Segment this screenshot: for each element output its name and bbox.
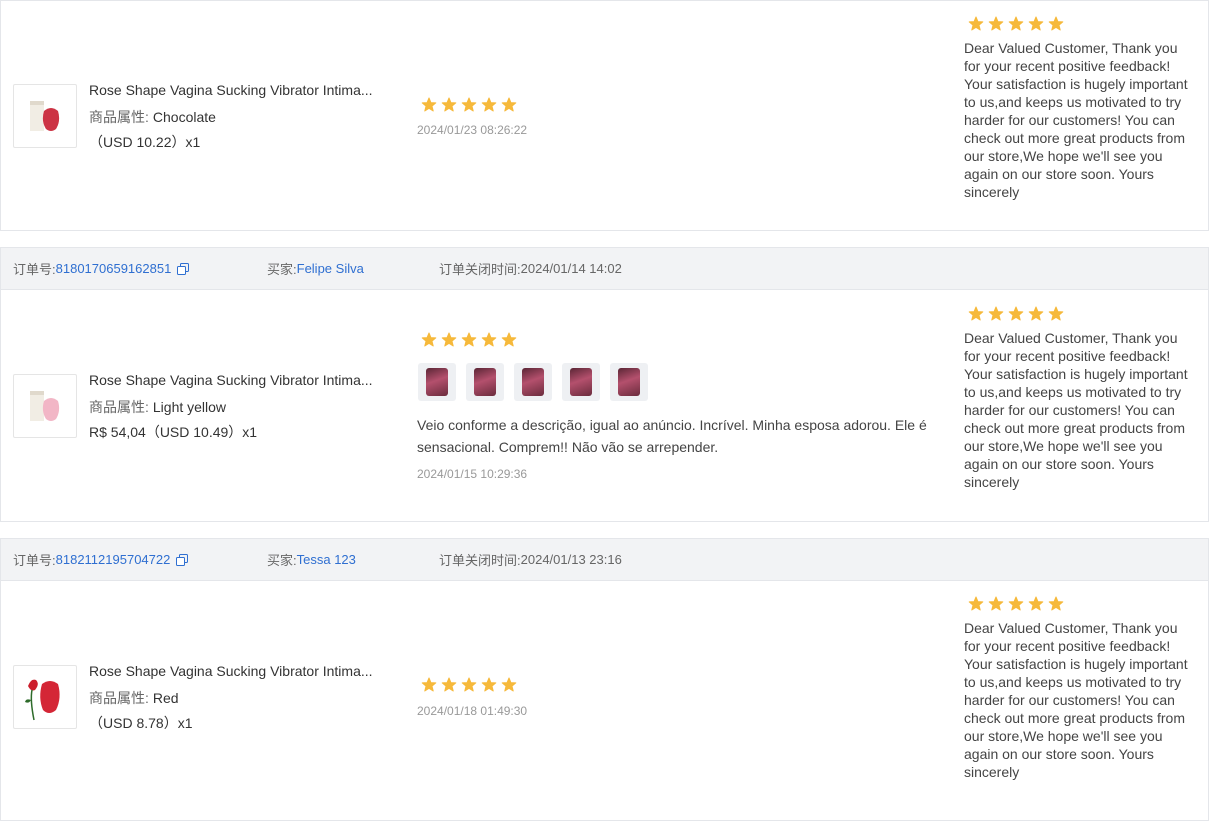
star-icon bbox=[481, 332, 497, 347]
order-card: Rose Shape Vagina Sucking Vibrator Intim… bbox=[0, 0, 1209, 231]
buyer-label: 买家: bbox=[267, 262, 297, 277]
closed-time-group: 订单关闭时间: 2024/01/13 23:16 bbox=[439, 539, 622, 580]
product-price: R$ 54,04（USD 10.49）x1 bbox=[89, 424, 258, 440]
review-photo[interactable] bbox=[466, 363, 504, 401]
review-photo[interactable] bbox=[418, 363, 456, 401]
reply-stars bbox=[968, 306, 1064, 322]
copy-icon[interactable] bbox=[177, 262, 190, 275]
buyer-group: 买家: Tessa 123 bbox=[267, 539, 356, 580]
review-photo-image bbox=[474, 368, 496, 396]
product-title[interactable]: Rose Shape Vagina Sucking Vibrator Intim… bbox=[89, 663, 381, 679]
review-stars bbox=[421, 97, 517, 113]
product-price: （USD 8.78）x1 bbox=[89, 715, 193, 731]
star-icon bbox=[441, 677, 457, 692]
star-icon bbox=[968, 596, 984, 611]
order-number-link[interactable]: 8180170659162851 bbox=[56, 261, 172, 276]
attr-value: Red bbox=[152, 690, 179, 706]
product-title[interactable]: Rose Shape Vagina Sucking Vibrator Intim… bbox=[89, 372, 381, 388]
review-photo-image bbox=[522, 368, 544, 396]
order-number-link[interactable]: 8182112195704722 bbox=[56, 552, 171, 567]
seller-reply-text: Dear Valued Customer, Thank you for your… bbox=[964, 40, 1188, 200]
star-icon bbox=[421, 677, 437, 692]
product-thumbnail[interactable] bbox=[13, 374, 77, 438]
star-icon bbox=[461, 97, 477, 112]
buyer-name-link[interactable]: Tessa 123 bbox=[297, 552, 356, 567]
star-icon bbox=[968, 16, 984, 31]
star-icon bbox=[1008, 306, 1024, 321]
attr-value: Chocolate bbox=[152, 109, 216, 125]
buyer-group: 买家: Felipe Silva bbox=[267, 248, 364, 289]
star-icon bbox=[1028, 306, 1044, 321]
star-icon bbox=[501, 97, 517, 112]
reply-stars bbox=[968, 596, 1064, 612]
star-icon bbox=[1008, 16, 1024, 31]
star-icon bbox=[501, 332, 517, 347]
closed-time-label: 订单关闭时间: bbox=[439, 262, 521, 277]
order-header: 订单号: 8182112195704722 买家: Tessa 123 订单关闭… bbox=[0, 538, 1209, 581]
star-icon bbox=[441, 97, 457, 112]
review-date: 2024/01/23 08:26:22 bbox=[417, 123, 528, 137]
order-number-label: 订单号: bbox=[13, 262, 56, 277]
review-photo[interactable] bbox=[610, 363, 648, 401]
closed-time-group: 订单关闭时间: 2024/01/14 14:02 bbox=[439, 248, 622, 289]
review-stars bbox=[421, 332, 517, 348]
review-photo[interactable] bbox=[514, 363, 552, 401]
seller-reply-text: Dear Valued Customer, Thank you for your… bbox=[964, 330, 1188, 490]
attr-value: Light yellow bbox=[152, 399, 227, 415]
star-icon bbox=[421, 97, 437, 112]
seller-reply-text: Dear Valued Customer, Thank you for your… bbox=[964, 620, 1188, 780]
closed-time-label: 订单关闭时间: bbox=[439, 553, 521, 568]
buyer-name-link[interactable]: Felipe Silva bbox=[297, 261, 364, 276]
order-header: 订单号: 8180170659162851 买家: Felipe Silva 订… bbox=[0, 247, 1209, 290]
reply-stars bbox=[968, 16, 1064, 32]
product-thumbnail[interactable] bbox=[13, 665, 77, 729]
star-icon bbox=[1028, 16, 1044, 31]
review-photo-image bbox=[570, 368, 592, 396]
closed-time-value: 2024/01/14 14:02 bbox=[520, 261, 622, 276]
star-icon bbox=[1028, 596, 1044, 611]
product-thumbnail[interactable] bbox=[13, 84, 77, 148]
order-card: Rose Shape Vagina Sucking Vibrator Intim… bbox=[0, 581, 1209, 821]
order-number-group: 订单号: 8180170659162851 bbox=[13, 248, 190, 289]
review-photo-image bbox=[426, 368, 448, 396]
attr-label: 商品属性: bbox=[89, 399, 149, 415]
star-icon bbox=[1048, 16, 1064, 31]
star-icon bbox=[421, 332, 437, 347]
product-price: （USD 10.22）x1 bbox=[89, 134, 201, 150]
review-stars bbox=[421, 677, 517, 693]
buyer-label: 买家: bbox=[267, 553, 297, 568]
star-icon bbox=[988, 16, 1004, 31]
star-icon bbox=[441, 332, 457, 347]
attr-label: 商品属性: bbox=[89, 109, 149, 125]
star-icon bbox=[1048, 596, 1064, 611]
star-icon bbox=[988, 306, 1004, 321]
product-attribute: 商品属性: Light yellow bbox=[89, 397, 226, 417]
product-attribute: 商品属性: Red bbox=[89, 688, 179, 708]
review-photo[interactable] bbox=[562, 363, 600, 401]
product-attribute: 商品属性: Chocolate bbox=[89, 107, 216, 127]
review-date: 2024/01/18 01:49:30 bbox=[417, 704, 528, 718]
review-text: Veio conforme a descrição, igual ao anún… bbox=[417, 417, 927, 455]
order-card: Rose Shape Vagina Sucking Vibrator Intim… bbox=[0, 290, 1209, 522]
star-icon bbox=[968, 306, 984, 321]
star-icon bbox=[1048, 306, 1064, 321]
star-icon bbox=[481, 97, 497, 112]
star-icon bbox=[1008, 596, 1024, 611]
star-icon bbox=[501, 677, 517, 692]
review-date: 2024/01/15 10:29:36 bbox=[417, 467, 528, 481]
star-icon bbox=[481, 677, 497, 692]
closed-time-value: 2024/01/13 23:16 bbox=[520, 552, 622, 567]
star-icon bbox=[461, 332, 477, 347]
order-number-group: 订单号: 8182112195704722 bbox=[13, 539, 189, 580]
review-photo-image bbox=[618, 368, 640, 396]
copy-icon[interactable] bbox=[176, 553, 189, 566]
attr-label: 商品属性: bbox=[89, 690, 149, 706]
product-title[interactable]: Rose Shape Vagina Sucking Vibrator Intim… bbox=[89, 82, 381, 98]
star-icon bbox=[988, 596, 1004, 611]
star-icon bbox=[461, 677, 477, 692]
order-number-label: 订单号: bbox=[13, 553, 56, 568]
